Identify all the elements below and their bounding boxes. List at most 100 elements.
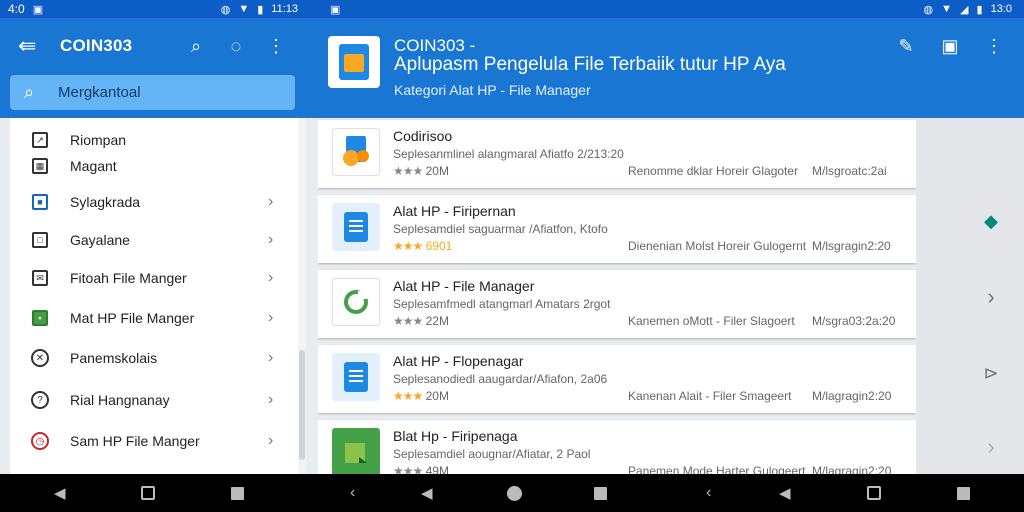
app-size: M/lagragin2:20 (812, 464, 892, 474)
scrollbar-thumb[interactable] (299, 350, 305, 460)
back-icon[interactable]: ◀ (54, 484, 66, 502)
wifi-icon: ▼ (238, 3, 250, 15)
clock-icon: ◷ (31, 432, 49, 450)
recents-icon[interactable] (957, 487, 970, 500)
app-meta: Kanenan Alait - Filer Smageert (628, 389, 792, 403)
back-icon[interactable]: ◀ (779, 484, 791, 502)
drawer-item-magant[interactable]: ▦ Magant (10, 148, 298, 184)
drawer-item-panemskolais[interactable]: ✕ Panemskolais › (10, 340, 298, 376)
more-vert-icon[interactable]: ⋮ (972, 36, 1016, 57)
app-size: M/lagragin2:20 (812, 389, 892, 403)
drawer-item-label: Gayalane (70, 232, 130, 248)
app-size: M/sgra03:2a:20 (812, 314, 896, 328)
drawer-item-label: Rial Hangnanay (70, 392, 170, 408)
app-description: Seplesamdiel aougnar/Afiatar, 2 Paol (393, 447, 591, 461)
drawer-item-label: Panemskolais (70, 350, 158, 366)
open-icon[interactable]: ⊳ (976, 358, 1006, 388)
screen: 4:0 ▣ ◍ ▼ ▮ 11:13 ▣ ◍ ▼ ◢ ▮ 13:0 ⇚ COIN3… (0, 0, 1024, 512)
close-circle-icon: ✕ (31, 349, 49, 367)
home-icon[interactable] (867, 486, 881, 500)
search-bar[interactable]: ⌕ (10, 75, 295, 110)
list-item[interactable]: Alat HP - Firipernan Seplesamdiel saguar… (318, 195, 916, 263)
app-thumbnail (332, 353, 380, 401)
tag-icon[interactable]: ◆ (976, 206, 1006, 236)
rating-value: 49M (425, 464, 449, 474)
star-icon: ★★★ (393, 314, 423, 328)
app-meta: Panemen Mode Harter Gulogeert (628, 464, 806, 474)
export-icon: ↗ (32, 132, 48, 148)
chevron-right-icon: › (268, 349, 274, 366)
drawer-item-label: Fitoah File Manger (70, 270, 187, 286)
square-icon: ■ (32, 194, 48, 210)
chevron-right-icon[interactable]: › (976, 282, 1006, 312)
status-time: 13:0 (990, 3, 1012, 15)
back-icon[interactable]: ◀ (421, 484, 433, 502)
chevron-right-icon: › (268, 309, 274, 326)
star-icon: ★★★ (393, 389, 423, 403)
app-name: Alat HP - Firipernan (393, 203, 516, 219)
drawer-item-fitoah-file-manger[interactable]: ✉ Fitoah File Manger › (10, 260, 298, 296)
list-item[interactable]: Alat HP - File Manager Seplesamfmedl ata… (318, 270, 916, 338)
drawer-item-label: Sam HP File Manger (70, 433, 200, 449)
list-item[interactable]: Alat HP - Flopenagar Seplesanodiedl aaug… (318, 345, 916, 413)
wifi-icon: ▼ (941, 3, 953, 15)
home-icon[interactable] (507, 486, 522, 501)
drawer-item-sylagkrada[interactable]: ■ Sylagkrada › (10, 184, 298, 220)
gallery-notification-icon: ▣ (330, 3, 341, 16)
chevron-right-icon: › (268, 231, 274, 248)
app-name: Blat Hp - Firipenaga (393, 428, 518, 444)
app-size: M/lsgroatc:2ai (812, 164, 887, 178)
drawer-scrollbar[interactable] (298, 118, 306, 474)
app-thumbnail (332, 203, 380, 251)
drawer-item-mat-hp-file-manger[interactable]: ▪ Mat HP File Manger › (10, 300, 298, 336)
app-description: Seplesamfmedl atangmarl Amatars 2rgot (393, 297, 611, 311)
star-icon: ★★★ (393, 239, 423, 253)
app-rating: ★★★ 20M (393, 164, 449, 178)
mail-icon: ✉ (32, 270, 48, 286)
app-name: Alat HP - File Manager (393, 278, 535, 294)
back-icon[interactable]: ⇚ (18, 33, 60, 59)
app-rating: ★★★ 49M (393, 464, 449, 474)
folder-icon: ▪ (32, 310, 48, 326)
search-icon[interactable]: ⌕ (176, 36, 216, 57)
battery-icon: ▮ (257, 3, 264, 16)
chevron-right-icon[interactable]: › (976, 432, 1006, 462)
app-thumbnail (332, 278, 380, 326)
drawer-item-rial-hangnanay[interactable]: ? Rial Hangnanay › (10, 382, 298, 418)
drawer-item-sam-hp-file-manger[interactable]: ◷ Sam HP File Manger › (10, 423, 298, 459)
chevron-left-icon[interactable]: ‹ (350, 484, 355, 502)
app-thumbnail (332, 428, 380, 474)
app-description: Seplesanodiedl aaugardar/Afiafon, 2a06 (393, 372, 608, 386)
recents-icon[interactable] (231, 487, 244, 500)
drawer-item-label: Sylagkrada (70, 194, 141, 210)
search-input[interactable] (58, 84, 278, 101)
cast-icon[interactable]: ▣ (928, 36, 972, 57)
home-icon[interactable] (141, 486, 155, 500)
list-item[interactable]: Codirisoo Seplesanmlinel alangmaral Afia… (318, 120, 916, 188)
more-vert-icon[interactable]: ⋮ (256, 36, 296, 57)
category-subtitle: Kategori Alat HP - File Manager (394, 82, 591, 98)
search-icon: ⌕ (24, 82, 35, 102)
app-name: Alat HP - Flopenagar (393, 353, 524, 369)
chevron-left-icon[interactable]: ‹ (706, 484, 711, 502)
navigation-drawer: ↗ Riompan ▦ Magant ■ Sylagkrada › □ Gaya… (10, 118, 298, 474)
chevron-right-icon: › (268, 432, 274, 449)
app-meta: Dienenian Molst Horeir Gulogernt (628, 239, 807, 253)
refresh-icon[interactable]: ◌ (216, 36, 256, 57)
drawer-item-gayalane[interactable]: □ Gayalane › (10, 222, 298, 258)
app-list: Codirisoo Seplesanmlinel alangmaral Afia… (318, 118, 916, 474)
edit-icon[interactable]: ✎ (884, 36, 928, 57)
app-description: Seplesamdiel saguarmar /Afiatfon, Ktofo (393, 222, 608, 236)
rating-value: 22M (425, 314, 449, 328)
app-rating: ★★★ 20M (393, 389, 449, 403)
rating-value: 20M (425, 164, 449, 178)
status-clock: 11:13 (271, 3, 298, 15)
list-item[interactable]: Blat Hp - Firipenaga Seplesamdiel aougna… (318, 420, 916, 474)
help-icon: ? (31, 391, 49, 409)
page-title-line2: Aplupasm Pengelula File Terbaiik tutur H… (394, 54, 786, 75)
chevron-right-icon: › (268, 269, 274, 286)
app-meta: Kanemen oMott - Filer Slagoert (628, 314, 795, 328)
left-app-bar: ⇚ COIN303 ⌕ ◌ ⋮ ⌕ (0, 18, 306, 118)
battery-icon: ▮ (976, 3, 983, 16)
recents-icon[interactable] (594, 487, 607, 500)
